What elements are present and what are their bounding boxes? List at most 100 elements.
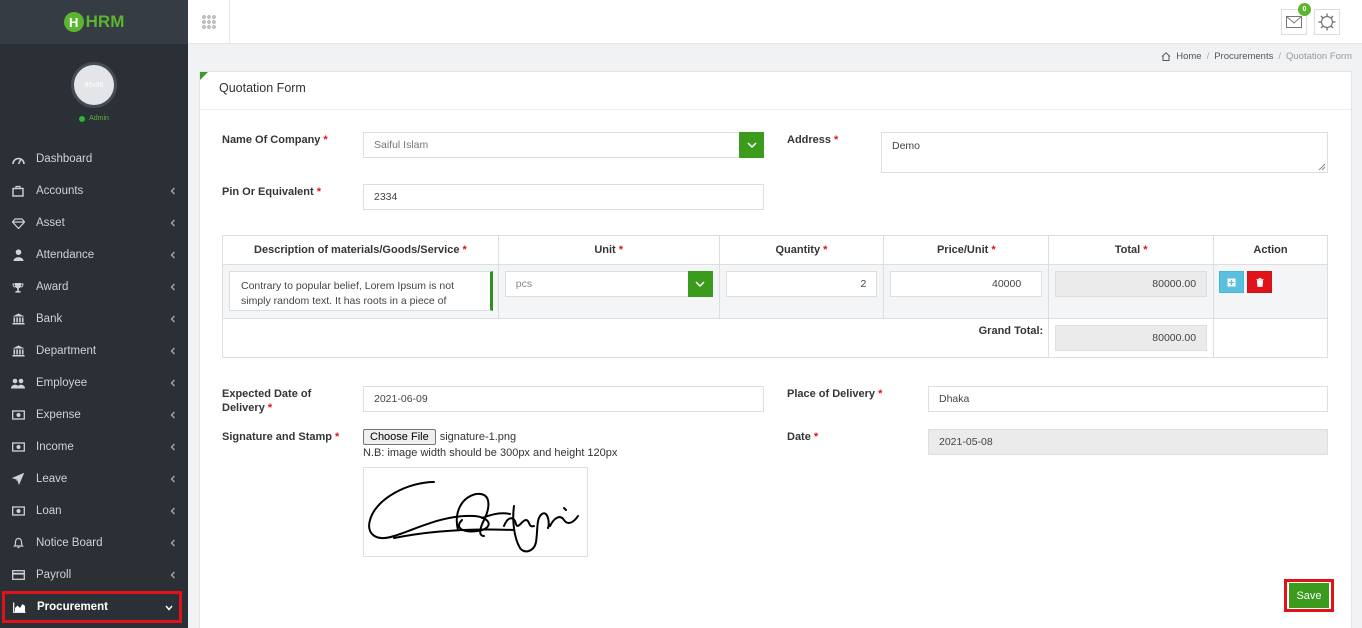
sidebar-item-procurement[interactable]: Procurement	[2, 591, 182, 623]
money-icon	[10, 440, 26, 454]
sidebar-item-label: Loan	[36, 505, 62, 517]
address-value: Demo	[892, 140, 921, 152]
chevron-left-icon	[170, 472, 176, 486]
sidebar-item-attendance[interactable]: Attendance	[0, 239, 188, 271]
home-icon	[1161, 52, 1171, 61]
place-of-delivery-input[interactable]: Dhaka	[928, 386, 1328, 412]
dashboard-icon	[10, 152, 26, 166]
user-profile: 96x96 Admin	[0, 44, 188, 140]
chevron-left-icon	[170, 312, 176, 326]
app-logo[interactable]: H HRM	[0, 0, 188, 44]
chevron-left-icon	[170, 248, 176, 262]
quotation-form-panel: Quotation Form Name Of Company * Saiful I…	[199, 71, 1352, 628]
column-header: Total *	[1048, 235, 1215, 265]
total-value: 80000.00	[1152, 278, 1197, 290]
logo-mark: H	[63, 12, 84, 32]
sidebar-item-bank[interactable]: Bank	[0, 303, 188, 335]
chevron-left-icon	[170, 344, 176, 358]
description-cell: Contrary to popular belief, Lorem Ipsum …	[222, 264, 499, 319]
date-value: 2021-05-08	[939, 436, 993, 448]
diamond-icon	[10, 216, 26, 230]
sidebar-item-label: Asset	[36, 217, 65, 229]
sidebar-item-dashboard[interactable]: Dashboard	[0, 143, 188, 175]
sidebar-item-department[interactable]: Department	[0, 335, 188, 367]
user-icon	[10, 248, 26, 262]
save-button[interactable]: Save	[1289, 583, 1329, 608]
place-of-delivery-label: Place of Delivery *	[787, 388, 883, 400]
column-header: Action	[1213, 235, 1328, 265]
sidebar-item-payroll[interactable]: Payroll	[0, 559, 188, 591]
sidebar-item-label: Bank	[36, 313, 63, 325]
description-textarea[interactable]: Contrary to popular belief, Lorem Ipsum …	[229, 271, 493, 311]
sidebar-item-label: Payroll	[36, 569, 72, 581]
company-select-value: Saiful Islam	[374, 139, 429, 151]
chevron-left-icon	[170, 504, 176, 518]
sidebar-item-employee[interactable]: Employee	[0, 367, 188, 399]
sidebar-item-label: Department	[36, 345, 97, 357]
plus-square-icon	[1227, 278, 1236, 286]
chevron-down-icon	[746, 142, 757, 148]
trash-icon	[1256, 277, 1264, 287]
company-select[interactable]: Saiful Islam	[363, 132, 764, 158]
sidebar-item-leave[interactable]: Leave	[0, 463, 188, 495]
money-icon	[10, 408, 26, 422]
address-textarea[interactable]: Demo	[881, 132, 1328, 173]
date-input: 2021-05-08	[928, 429, 1328, 455]
date-label: Date *	[787, 431, 819, 443]
grand-total-input: 80000.00	[1055, 325, 1208, 351]
signature-label: Signature and Stamp *	[222, 431, 340, 443]
choose-file-button[interactable]: Choose File	[363, 429, 436, 445]
sidebar-item-asset[interactable]: Asset	[0, 207, 188, 239]
sidebar-item-notice-board[interactable]: Notice Board	[0, 527, 188, 559]
pin-input[interactable]: 2334	[363, 184, 764, 210]
bell-icon	[10, 536, 26, 550]
user-role: Admin	[79, 115, 109, 122]
chevron-left-icon	[170, 216, 176, 230]
chevron-left-icon	[170, 184, 176, 198]
signature-note: N.B: image width should be 300px and hei…	[363, 447, 618, 459]
sidebar-item-loan[interactable]: Loan	[0, 495, 188, 527]
top-navbar: 0	[188, 0, 1362, 44]
breadcrumb-home[interactable]: Home	[1176, 51, 1201, 62]
sidebar-item-income[interactable]: Income	[0, 431, 188, 463]
sidebar-item-label: Leave	[36, 473, 68, 485]
apps-grid-button[interactable]	[188, 0, 230, 44]
add-row-button[interactable]	[1219, 271, 1245, 293]
chevron-left-icon	[170, 568, 176, 582]
settings-button[interactable]	[1314, 9, 1340, 35]
sidebar-item-expense[interactable]: Expense	[0, 399, 188, 431]
expected-date-input[interactable]: 2021-06-09	[363, 386, 764, 412]
avatar[interactable]: 96x96	[71, 62, 117, 108]
company-select-toggle[interactable]	[739, 132, 764, 158]
sidebar-item-accounts[interactable]: Accounts	[0, 175, 188, 207]
chevron-left-icon	[170, 408, 176, 422]
plane-icon	[10, 472, 26, 486]
chevron-left-icon	[170, 376, 176, 390]
quantity-input[interactable]: 2	[725, 271, 878, 297]
sidebar-menu: Dashboard Accounts Asset Attendance Award Ban…	[0, 143, 188, 623]
chevron-left-icon	[170, 440, 176, 454]
breadcrumb-current: Quotation Form	[1286, 51, 1352, 62]
expected-date-label: Expected Date of Delivery *	[222, 388, 312, 414]
unit-select[interactable]: pcs	[504, 271, 713, 297]
quantity-value: 2	[860, 278, 867, 290]
panel-corner-accent	[200, 72, 208, 80]
sidebar-item-label: Procurement	[37, 601, 108, 613]
signature-image	[368, 481, 579, 553]
breadcrumb-procurements[interactable]: Procurements	[1214, 51, 1273, 62]
unit-select-toggle[interactable]	[687, 271, 713, 297]
breadcrumb-separator: /	[1278, 51, 1281, 62]
grand-total-cell: 80000.00	[1048, 318, 1215, 358]
sidebar-item-label: Dashboard	[36, 153, 93, 165]
price-input[interactable]: 40000	[890, 271, 1043, 297]
sidebar-item-label: Income	[36, 441, 74, 453]
sidebar-item-award[interactable]: Award	[0, 271, 188, 303]
sidebar: H HRM 96x96 Admin Dashboard Accounts Asset…	[0, 0, 188, 628]
breadcrumb: Home / Procurements / Quotation Form	[1161, 51, 1352, 62]
save-button-highlight: Save	[1284, 579, 1334, 612]
delete-row-button[interactable]	[1247, 271, 1273, 293]
bank-icon	[10, 312, 26, 326]
sidebar-item-label: Expense	[36, 409, 81, 421]
pin-value: 2334	[374, 191, 398, 203]
users-icon	[10, 376, 26, 390]
